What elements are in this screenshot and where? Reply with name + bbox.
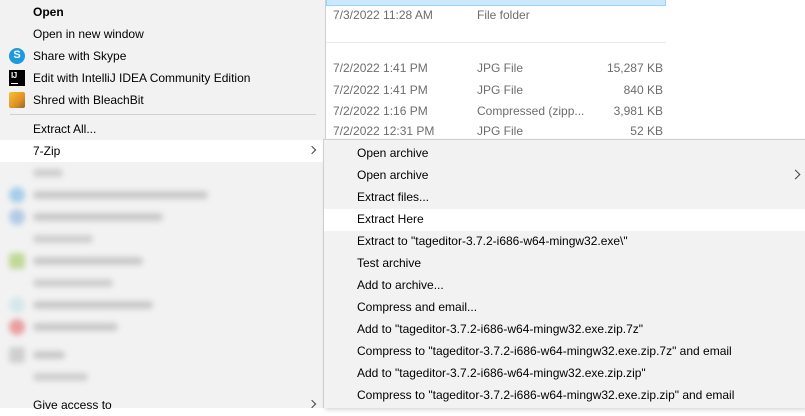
submenu-item-label: Add to archive... [357,278,444,292]
app-icon [9,187,25,203]
obscured-menu-item[interactable] [0,250,325,272]
obscured-menu-item[interactable] [0,206,325,228]
submenu-item-label: Add to "tageditor-3.7.2-i686-w64-mingw32… [357,366,646,380]
file-size: 840 KB [623,83,663,97]
app-icon [9,347,25,363]
file-type: JPG File [477,124,524,138]
menu-item-label: Extract All... [33,122,97,136]
file-size: 15,287 KB [606,61,663,75]
submenu-item-compress-email[interactable]: Compress and email... [324,297,805,319]
obscured-menu-item[interactable] [0,294,325,316]
menu-item-share-skype[interactable]: S Share with Skype [0,45,325,67]
submenu-item-label: Open archive [357,168,429,182]
chevron-right-icon [307,399,317,409]
file-row[interactable]: 7/2/2022 1:16 PM Compressed (zipp... 3,9… [326,101,805,123]
submenu-item-label: Add to "tageditor-3.7.2-i686-w64-mingw32… [357,322,644,336]
submenu-item-label: Compress to "tageditor-3.7.2-i686-w64-mi… [357,388,735,402]
file-row[interactable]: 7/2/2022 1:41 PM JPG File 840 KB [326,80,805,102]
file-date: 7/3/2022 11:28 AM [333,8,433,22]
submenu-item-label: Open archive [357,146,429,160]
submenu-item-add-to-zip[interactable]: Add to "tageditor-3.7.2-i686-w64-mingw32… [324,363,805,385]
obscured-menu-item[interactable] [0,344,325,366]
obscured-menu-item[interactable] [0,366,325,388]
submenu-item-extract-to[interactable]: Extract to "tageditor-3.7.2-i686-w64-min… [324,231,805,253]
bleachbit-icon [9,92,25,108]
menu-item-label: Edit with IntelliJ IDEA Community Editio… [33,71,251,85]
file-row[interactable]: 7/2/2022 1:41 PM JPG File 15,287 KB [326,58,805,80]
menu-item-label: Shred with BleachBit [33,93,144,107]
submenu-item-label: Compress and email... [357,300,478,314]
submenu-item-open-archive[interactable]: Open archive [324,143,805,165]
app-icon [9,253,25,269]
obscured-menu-item[interactable] [0,228,325,250]
7zip-submenu: Open archive Open archive Extract files.… [323,139,805,408]
file-type: JPG File [477,61,524,75]
submenu-item-extract-here[interactable]: Extract Here [324,209,805,231]
menu-item-label: 7-Zip [33,144,61,158]
file-type: Compressed (zipp... [477,104,585,118]
submenu-item-extract-files[interactable]: Extract files... [324,187,805,209]
menu-item-give-access[interactable]: Give access to [0,394,325,416]
submenu-item-add-to-archive[interactable]: Add to archive... [324,275,805,297]
file-size: 52 KB [630,124,663,138]
app-icon [9,209,25,225]
submenu-item-label: Extract to "tageditor-3.7.2-i686-w64-min… [357,234,628,248]
menu-item-open-new-window[interactable]: Open in new window [0,23,325,45]
submenu-item-label: Compress to "tageditor-3.7.2-i686-w64-mi… [357,344,732,358]
context-menu: Open Open in new window S Share with Sky… [0,0,326,412]
chevron-right-icon [307,145,317,155]
menu-item-label: Share with Skype [33,49,127,63]
menu-item-7zip[interactable]: 7-Zip [0,140,325,162]
submenu-item-label: Extract files... [357,190,430,204]
file-date: 7/2/2022 12:31 PM [333,124,435,138]
menu-separator [10,114,316,115]
obscured-menu-item[interactable] [0,272,325,294]
submenu-item-compress-7z-email[interactable]: Compress to "tageditor-3.7.2-i686-w64-mi… [324,341,805,363]
menu-item-shred-bleachbit[interactable]: Shred with BleachBit [0,89,325,111]
menu-item-extract-all[interactable]: Extract All... [0,118,325,140]
menu-item-open[interactable]: Open [0,1,325,23]
submenu-item-label: Extract Here [357,212,424,226]
file-row[interactable]: 7/3/2022 11:28 AM File folder [326,5,805,27]
file-type: JPG File [477,83,524,97]
file-date: 7/2/2022 1:41 PM [333,61,428,75]
submenu-item-label: Test archive [357,256,422,270]
menu-item-label: Open in new window [33,27,144,41]
obscured-menu-item[interactable] [0,316,325,338]
obscured-menu-item[interactable] [0,162,325,184]
submenu-item-add-to-7z[interactable]: Add to "tageditor-3.7.2-i686-w64-mingw32… [324,319,805,341]
menu-item-edit-intellij[interactable]: IJ Edit with IntelliJ IDEA Community Edi… [0,67,325,89]
menu-item-label: Open [33,5,64,19]
submenu-item-compress-zip-email[interactable]: Compress to "tageditor-3.7.2-i686-w64-mi… [324,385,805,407]
submenu-item-open-archive-more[interactable]: Open archive [324,165,805,187]
intellij-icon: IJ [9,70,25,86]
file-type: File folder [477,8,530,22]
skype-icon: S [9,48,25,64]
file-date: 7/2/2022 1:41 PM [333,83,428,97]
menu-item-label: Give access to [33,398,112,412]
list-divider [326,42,666,43]
chevron-right-icon [790,169,801,180]
file-size: 3,981 KB [613,104,663,118]
file-date: 7/2/2022 1:16 PM [333,104,428,118]
app-icon [9,319,25,335]
app-icon [9,297,25,313]
obscured-menu-item[interactable] [0,184,325,206]
submenu-item-test-archive[interactable]: Test archive [324,253,805,275]
